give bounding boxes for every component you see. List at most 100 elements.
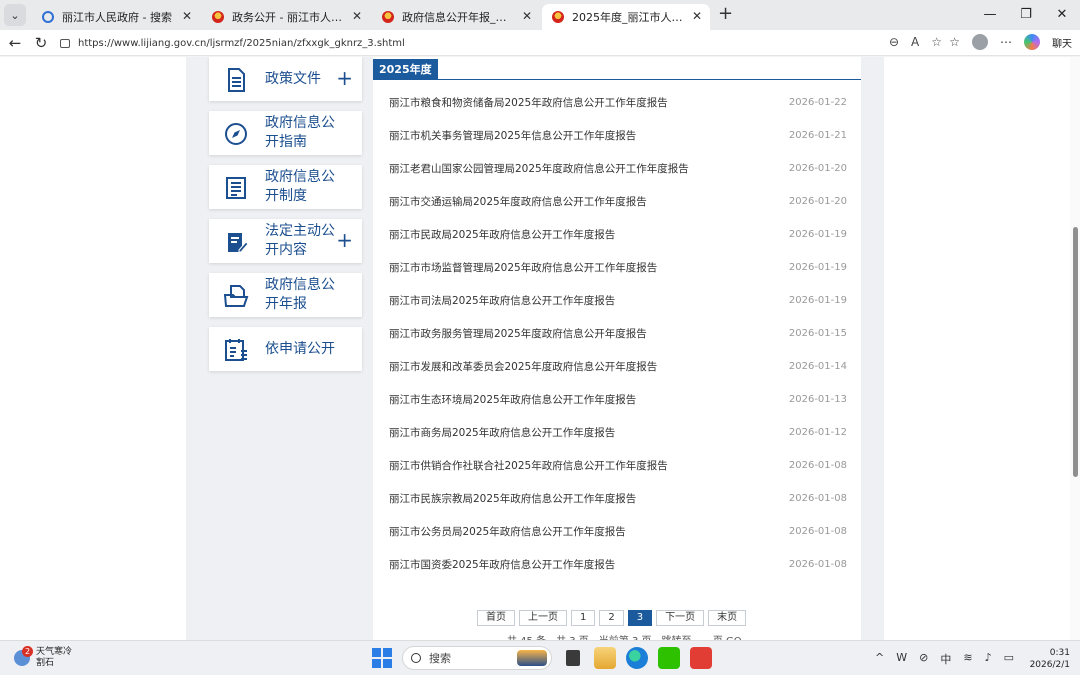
url-text[interactable]: https://www.lijiang.gov.cn/ljsrmzf/2025n… (78, 38, 405, 49)
list-item[interactable]: 丽江市机关事务管理局2025年信息公开工作年度报告 2026-01-21 (389, 126, 847, 144)
tray-overflow-chevron-icon[interactable]: ^ (875, 651, 884, 667)
zoom-icon[interactable]: ⊖ (889, 35, 899, 49)
network-off-icon[interactable]: ⊘ (919, 651, 928, 667)
list-item[interactable]: 丽江市商务局2025年政府信息公开工作年度报告 2026-01-12 (389, 423, 847, 441)
year-tab-underline (373, 79, 861, 80)
sidebar-item-policy-docs[interactable]: 政策文件 + (209, 57, 362, 101)
weather-widget[interactable]: 2 天气寒冷 割石 (14, 646, 72, 669)
wechat-icon[interactable] (658, 647, 680, 669)
file-explorer-icon[interactable] (594, 647, 616, 669)
close-icon[interactable]: ✕ (352, 9, 362, 23)
system-tray: ^ W ⊘ 中 ≋ ♪ ▭ (875, 651, 1014, 667)
sidebar-item-label: 法定主动公开内容 (265, 223, 335, 258)
more-menu-icon[interactable]: ⋯ (1000, 35, 1012, 49)
scrollbar-thumb[interactable] (1073, 227, 1078, 477)
list-item[interactable]: 丽江市国资委2025年政府信息公开工作年度报告 2026-01-08 (389, 555, 847, 573)
sidebar-item-guide[interactable]: 政府信息公开指南 (209, 111, 362, 155)
list-item[interactable]: 丽江市公务员局2025年政府信息公开工作年度报告 2026-01-08 (389, 522, 847, 540)
last-page-button[interactable]: 末页 (708, 610, 747, 626)
report-date: 2026-01-19 (788, 294, 847, 306)
page-2-button[interactable]: 2 (599, 610, 624, 626)
chat-label[interactable]: 聊天 (1052, 35, 1072, 50)
list-item[interactable]: 丽江市粮食和物资储备局2025年政府信息公开工作年度报告 2026-01-22 (389, 93, 847, 111)
close-window-icon[interactable]: ✕ (1044, 0, 1080, 30)
report-title-link[interactable]: 丽江市交通运输局2025年度政府信息公开工作年度报告 (389, 194, 647, 209)
list-item[interactable]: 丽江市司法局2025年政府信息公开工作年度报告 2026-01-19 (389, 291, 847, 309)
tab-2025[interactable]: 2025年度_丽江市人民政府 ✕ (542, 4, 710, 30)
sidebar-item-on-request[interactable]: 依申请公开 (209, 327, 362, 371)
wifi-icon[interactable]: ≋ (963, 651, 972, 667)
year-tab[interactable]: 2025年度 (373, 59, 438, 80)
wps-office-icon[interactable] (690, 647, 712, 669)
restore-icon[interactable]: ❐ (1008, 0, 1044, 30)
report-title-link[interactable]: 丽江市供销合作社联合社2025年政府信息公开工作年度报告 (389, 458, 668, 473)
input-method-indicator[interactable]: 中 (940, 651, 951, 667)
back-arrow-icon[interactable]: ← (4, 34, 26, 52)
prev-page-button[interactable]: 上一页 (519, 610, 567, 626)
copilot-icon[interactable] (1024, 34, 1040, 50)
page-scrollbar[interactable] (1070, 57, 1080, 640)
wps-tray-icon[interactable]: W (896, 651, 907, 667)
close-icon[interactable]: ✕ (182, 9, 192, 23)
list-item[interactable]: 丽江市交通运输局2025年度政府信息公开工作年度报告 2026-01-20 (389, 192, 847, 210)
list-item[interactable]: 丽江市发展和改革委员会2025年度政府信息公开年度报告 2026-01-14 (389, 357, 847, 375)
tab-annual-report[interactable]: 政府信息公开年报_丽江市人民政府 ✕ (372, 4, 540, 30)
report-title-link[interactable]: 丽江市市场监督管理局2025年政府信息公开工作年度报告 (389, 260, 657, 275)
profile-avatar[interactable] (972, 34, 988, 50)
address-bar[interactable]: https://www.lijiang.gov.cn/ljsrmzf/2025n… (52, 33, 952, 53)
report-title-link[interactable]: 丽江市国资委2025年政府信息公开工作年度报告 (389, 557, 615, 572)
tab-zhengwu[interactable]: 政务公开 - 丽江市人民政府 ✕ (202, 4, 370, 30)
sidebar-item-statutory[interactable]: 法定主动公开内容 + (209, 219, 362, 263)
report-title-link[interactable]: 丽江市民族宗教局2025年政府信息公开工作年度报告 (389, 491, 636, 506)
report-date: 2026-01-08 (788, 558, 847, 570)
list-item[interactable]: 丽江市民政局2025年政府信息公开工作年度报告 2026-01-19 (389, 225, 847, 243)
start-windows-icon[interactable] (372, 648, 392, 668)
window-controls: — ❐ ✕ (972, 0, 1080, 30)
taskbar-search[interactable]: 搜索 (402, 646, 552, 670)
first-page-button[interactable]: 首页 (477, 610, 515, 626)
expand-plus-icon[interactable]: + (336, 67, 353, 89)
page-1-button[interactable]: 1 (571, 610, 596, 626)
close-icon[interactable]: ✕ (522, 9, 532, 23)
sidebar-item-annual-report[interactable]: 政府信息公开年报 (209, 273, 362, 317)
report-title-link[interactable]: 丽江市民政局2025年政府信息公开工作年度报告 (389, 227, 615, 242)
next-page-button[interactable]: 下一页 (656, 610, 705, 626)
read-aloud-icon[interactable]: A (911, 35, 919, 49)
edge-browser-icon[interactable] (626, 647, 648, 669)
tab-actions-chevron-icon[interactable]: ⌄ (4, 4, 26, 26)
report-date: 2026-01-13 (788, 393, 847, 405)
favorite-star-icon[interactable]: ☆ (931, 35, 942, 49)
list-item[interactable]: 丽江市供销合作社联合社2025年政府信息公开工作年度报告 2026-01-08 (389, 456, 847, 474)
expand-plus-icon[interactable]: + (336, 229, 353, 251)
page-3-button[interactable]: 3 (627, 610, 653, 626)
new-tab-plus-icon[interactable]: + (718, 3, 733, 24)
system-clock[interactable]: 0:31 2026/2/1 (1030, 647, 1070, 671)
report-title-link[interactable]: 丽江市商务局2025年政府信息公开工作年度报告 (389, 425, 615, 440)
list-item[interactable]: 丽江市市场监督管理局2025年政府信息公开工作年度报告 2026-01-19 (389, 258, 847, 276)
refresh-icon[interactable]: ↻ (30, 34, 52, 52)
page-viewport: 政策文件 + 政府信息公开指南 政府信息公开制度 法定主动公开内容 + 政府信息… (0, 57, 1080, 640)
report-title-link[interactable]: 丽江市发展和改革委员会2025年度政府信息公开年度报告 (389, 359, 657, 374)
report-title-link[interactable]: 丽江市机关事务管理局2025年信息公开工作年度报告 (389, 128, 636, 143)
folder-doc-icon (223, 285, 249, 307)
report-date: 2026-01-19 (788, 261, 847, 273)
close-icon[interactable]: ✕ (692, 9, 702, 23)
list-item[interactable]: 丽江市民族宗教局2025年政府信息公开工作年度报告 2026-01-08 (389, 489, 847, 507)
report-title-link[interactable]: 丽江市政务服务管理局2025年度政府信息公开年度报告 (389, 326, 647, 341)
report-title-link[interactable]: 丽江市司法局2025年政府信息公开工作年度报告 (389, 293, 615, 308)
report-title-link[interactable]: 丽江市粮食和物资储备局2025年政府信息公开工作年度报告 (389, 95, 668, 110)
report-title-link[interactable]: 丽江市公务员局2025年政府信息公开工作年度报告 (389, 524, 626, 539)
report-title-link[interactable]: 丽江市生态环境局2025年政府信息公开工作年度报告 (389, 392, 636, 407)
list-item[interactable]: 丽江老君山国家公园管理局2025年度政府信息公开工作年度报告 2026-01-2… (389, 159, 847, 177)
sidebar-item-system[interactable]: 政府信息公开制度 (209, 165, 362, 209)
report-date: 2026-01-08 (788, 492, 847, 504)
task-view-icon[interactable] (566, 650, 580, 666)
list-item[interactable]: 丽江市生态环境局2025年政府信息公开工作年度报告 2026-01-13 (389, 390, 847, 408)
list-item[interactable]: 丽江市政务服务管理局2025年度政府信息公开年度报告 2026-01-15 (389, 324, 847, 342)
tab-search[interactable]: 丽江市人民政府 - 搜索 ✕ (32, 4, 200, 30)
favorites-icon[interactable]: ☆ (949, 35, 960, 49)
battery-icon[interactable]: ▭ (1004, 651, 1014, 667)
report-title-link[interactable]: 丽江老君山国家公园管理局2025年度政府信息公开工作年度报告 (389, 161, 689, 176)
minimize-icon[interactable]: — (972, 0, 1008, 30)
volume-icon[interactable]: ♪ (985, 651, 992, 667)
